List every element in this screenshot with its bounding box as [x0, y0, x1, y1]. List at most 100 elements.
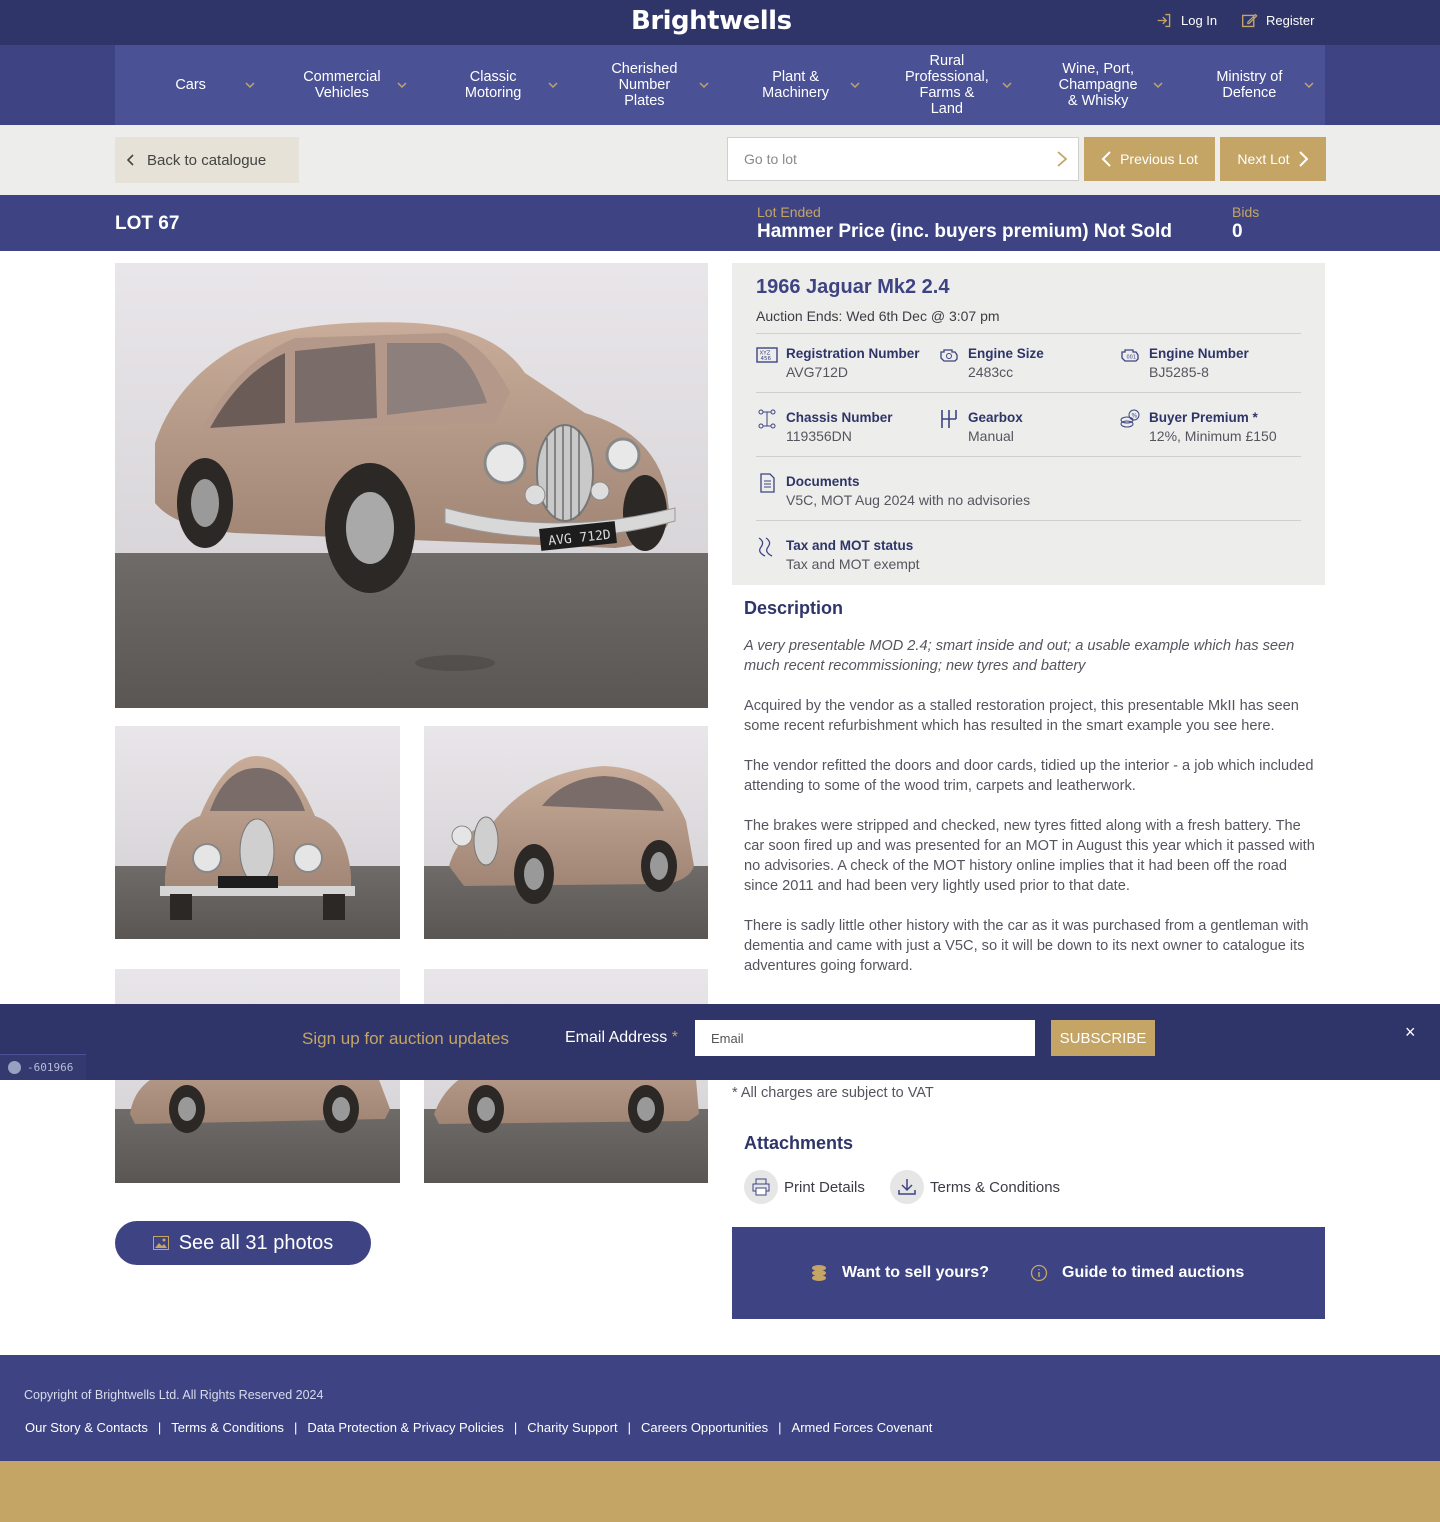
login-label: Log In [1181, 13, 1218, 28]
attachments-heading: Attachments [744, 1133, 854, 1153]
spec-value: BJ5285-8 [1149, 364, 1209, 380]
terms-conditions-link[interactable]: Terms & Conditions [890, 1170, 1060, 1204]
description-paragraph: The brakes were stripped and checked, ne… [744, 818, 1315, 894]
back-to-catalogue-button[interactable]: Back to catalogue [115, 137, 299, 183]
thumbnail-photo[interactable] [424, 726, 708, 939]
document-icon [760, 473, 775, 493]
brightwells-logo[interactable]: Brightwells [631, 6, 792, 36]
footer-link-privacy[interactable]: Data Protection & Privacy Policies [307, 1420, 504, 1435]
email-label-text: Email Address [565, 1029, 668, 1046]
spec-label: Documents [786, 474, 860, 489]
coins-icon [812, 1265, 826, 1281]
nav-item-cars[interactable]: Cars [115, 45, 266, 125]
nav-item-label: Commercial Vehicles [303, 69, 381, 101]
spec-gearbox: Gearbox Manual [938, 408, 1023, 446]
hammer-price: Hammer Price (inc. buyers premium) Not S… [757, 221, 1172, 242]
separator: | [778, 1420, 782, 1435]
footer-link-armed-forces[interactable]: Armed Forces Covenant [792, 1420, 933, 1435]
spec-label: Chassis Number [786, 410, 893, 425]
chassis-icon [758, 409, 776, 429]
next-lot-button[interactable]: Next Lot [1220, 137, 1326, 181]
footer-link-careers[interactable]: Careers Opportunities [641, 1420, 768, 1435]
login-icon [1157, 13, 1171, 28]
divider [756, 520, 1301, 521]
chevron-left-icon [127, 154, 134, 166]
separator: | [293, 1420, 298, 1435]
nav-item-classic-motoring[interactable]: Classic Motoring [418, 45, 569, 125]
debug-badge-text: -601966 [27, 1061, 74, 1074]
sell-yours-link[interactable]: Want to sell yours? [810, 1264, 989, 1282]
nav-item-cherished-number-plates[interactable]: Cherished Number Plates [569, 45, 720, 125]
see-all-photos-button[interactable]: See all 31 photos [115, 1221, 371, 1265]
description-heading: Description [744, 598, 844, 618]
email-field[interactable] [695, 1020, 1035, 1056]
chevron-left-icon [1101, 151, 1111, 167]
spec-chassis: Chassis Number 119356DN [756, 408, 893, 446]
lot-status-label: Lot Ended [757, 204, 821, 220]
promo-box: Want to sell yours? Guide to timed aucti… [732, 1227, 1325, 1319]
thumbnail-photo[interactable] [115, 726, 400, 939]
main-nav-menu: Cars Commercial Vehicles Classic Motorin… [115, 45, 1325, 125]
info-icon [1030, 1264, 1048, 1282]
next-lot-label: Next Lot [1237, 151, 1290, 167]
nav-item-label: Wine, Port, Champagne & Whisky [1058, 61, 1138, 109]
spec-documents: Documents V5C, MOT Aug 2024 with no advis… [756, 472, 1030, 510]
go-to-lot-input[interactable] [728, 138, 1028, 180]
vehicle-details-panel: 1966 Jaguar Mk2 2.4 Auction Ends: Wed 6t… [732, 263, 1325, 585]
print-details-label: Print Details [784, 1178, 865, 1196]
chevron-right-icon [1298, 151, 1308, 167]
footer-link-our-story[interactable]: Our Story & Contacts [25, 1420, 148, 1435]
road-icon [758, 537, 773, 557]
close-icon[interactable]: × [1405, 1022, 1416, 1043]
go-to-lot [727, 137, 1079, 181]
newsletter-signup-bar: Sign up for auction updates Email Addres… [0, 1004, 1440, 1080]
circle-icon [8, 1061, 21, 1074]
login-link[interactable]: Log In [1156, 12, 1217, 29]
chevron-right-icon[interactable] [1054, 150, 1070, 168]
register-icon [1242, 13, 1258, 28]
subscribe-button[interactable]: SUBSCRIBE [1051, 1020, 1155, 1056]
footer-links: Our Story & Contacts | Terms & Conditions… [25, 1420, 932, 1435]
engine-number-icon: 001 [1121, 349, 1139, 362]
lot-number: LOT 67 [115, 213, 180, 234]
email-label: Email Address * [565, 1029, 678, 1047]
description-paragraph: A very presentable MOD 2.4; smart inside… [744, 638, 1295, 674]
spec-registration: XYZ 456 Registration Number AVG712D [756, 344, 920, 382]
printer-icon [744, 1170, 778, 1204]
image-icon [152, 1236, 169, 1250]
footer-link-terms[interactable]: Terms & Conditions [171, 1420, 284, 1435]
spec-label: Tax and MOT status [786, 538, 914, 553]
spec-label: Engine Size [968, 346, 1044, 361]
spec-value: 12%, Minimum £150 [1149, 428, 1277, 444]
spec-value: Manual [968, 428, 1014, 444]
nav-item-label: Cars [175, 77, 206, 93]
main-photo[interactable]: AVG 712D [115, 263, 708, 708]
nav-item-ministry-of-defence[interactable]: Ministry of Defence [1174, 45, 1325, 125]
guide-label: Guide to timed auctions [1062, 1264, 1245, 1281]
chevron-down-icon [548, 82, 558, 89]
description-paragraph: There is sadly little other history with… [744, 918, 1309, 974]
spec-value: 119356DN [786, 428, 852, 444]
previous-lot-button[interactable]: Previous Lot [1084, 137, 1215, 181]
spec-engine-size: Engine Size 2483cc [938, 344, 1044, 382]
vat-note: * All charges are subject to VAT [732, 1085, 934, 1101]
nav-item-commercial-vehicles[interactable]: Commercial Vehicles [266, 45, 417, 125]
svg-text:%: % [1132, 413, 1138, 420]
spec-buyer-premium: % Buyer Premium * 12%, Minimum £150 [1119, 408, 1277, 446]
register-link[interactable]: Register [1241, 12, 1314, 29]
top-bar: Brightwells Log In Register [0, 0, 1440, 45]
guide-link[interactable]: Guide to timed auctions [1030, 1264, 1244, 1282]
chevron-down-icon [245, 82, 255, 89]
print-details-link[interactable]: Print Details [744, 1170, 865, 1204]
footer-link-charity[interactable]: Charity Support [527, 1420, 617, 1435]
previous-lot-label: Previous Lot [1120, 151, 1198, 167]
chevron-down-icon [699, 82, 709, 89]
register-label: Register [1266, 13, 1315, 28]
nav-item-plant-machinery[interactable]: Plant & Machinery [720, 45, 871, 125]
debug-badge: -601966 [0, 1054, 86, 1080]
nav-item-rural[interactable]: Rural Professional, Farms & Land [871, 45, 1022, 125]
nav-item-label: Classic Motoring [464, 69, 522, 101]
engine-icon [940, 349, 958, 362]
nav-item-wine[interactable]: Wine, Port, Champagne & Whisky [1023, 45, 1174, 125]
bids-count: 0 [1232, 221, 1243, 242]
